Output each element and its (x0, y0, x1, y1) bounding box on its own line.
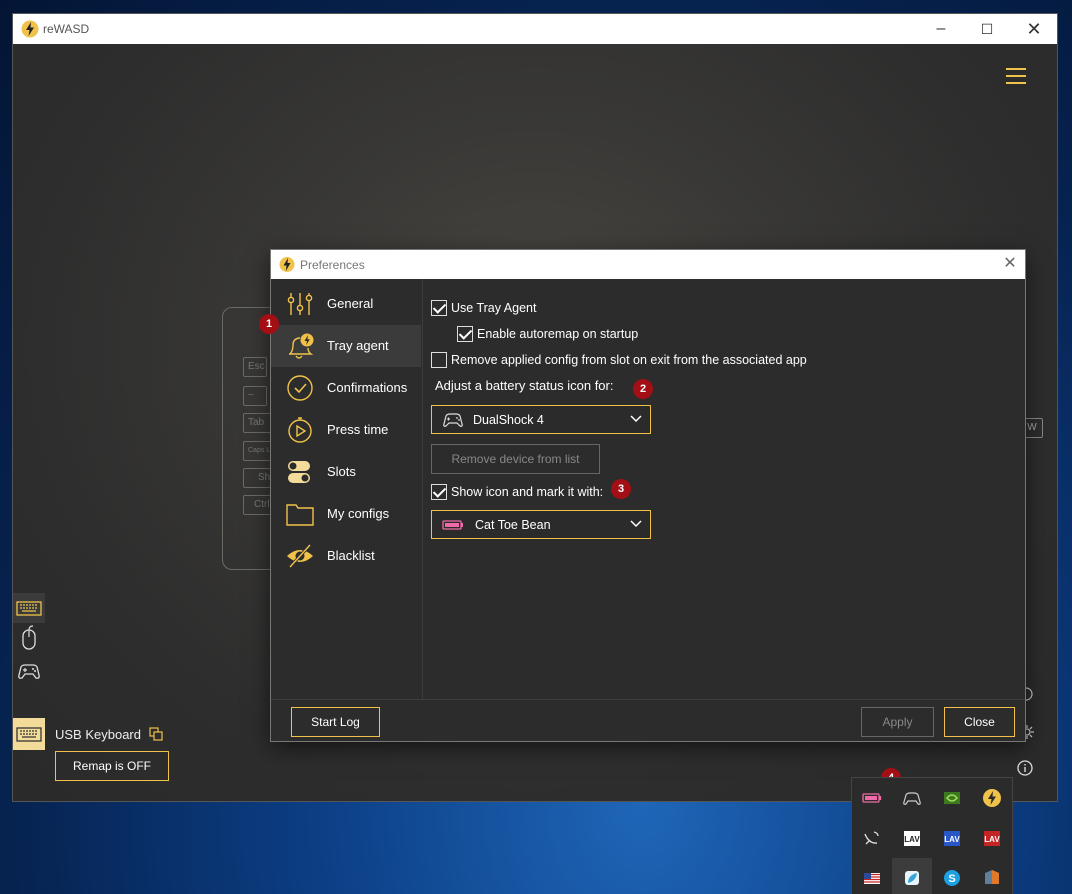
us-flag-icon[interactable] (860, 866, 884, 890)
close-icon[interactable]: ✕ (999, 253, 1021, 275)
battery-device-value: DualShock 4 (473, 413, 544, 427)
remove-applied-config-checkbox[interactable] (431, 352, 447, 368)
tray-overflow-popup: LAV LAV LAV S (852, 778, 1012, 894)
battery-heading: Adjust a battery status icon for: (435, 378, 614, 393)
nav-item-tray-agent[interactable]: Tray agent (271, 325, 421, 367)
battery-icon (442, 520, 463, 530)
rewasd-logo-icon (279, 257, 295, 272)
nav-label: Press time (327, 422, 389, 437)
kbd-key[interactable]: Tab (243, 413, 273, 433)
annotation-badge: 1 (259, 314, 279, 334)
sliders-icon (287, 293, 313, 315)
show-icon-label: Show icon and mark it with: (451, 485, 604, 499)
nav-item-my-configs[interactable]: My configs (271, 493, 421, 535)
nav-label: My configs (327, 506, 390, 521)
mouse-device-icon[interactable] (13, 624, 45, 654)
chevron-down-icon (630, 415, 642, 423)
remap-toggle-button[interactable]: Remap is OFF (55, 751, 169, 781)
kbd-key[interactable]: Esc (243, 357, 267, 377)
eye-slash-icon (287, 543, 313, 569)
tray-agent-settings: Use Tray Agent Enable autoremap on start… (424, 279, 1025, 699)
nav-label: Tray agent (327, 338, 389, 353)
nav-label: Confirmations (327, 380, 408, 395)
preferences-footer: Start Log Apply Close (271, 699, 1025, 741)
svg-text:LAV: LAV (984, 835, 1000, 844)
svg-text:LAV: LAV (944, 835, 960, 844)
menu-hamburger-icon[interactable] (1006, 68, 1026, 86)
lav-blue-icon[interactable]: LAV (940, 826, 964, 850)
skype-icon[interactable]: S (940, 866, 964, 890)
usb-keyboard-icon[interactable] (13, 718, 45, 750)
tray-icon-highlight[interactable] (892, 858, 932, 894)
app-leaf-icon (905, 871, 919, 885)
lav-red-icon[interactable]: LAV (980, 826, 1004, 850)
stopwatch-icon (288, 417, 312, 443)
bell-bolt-icon (289, 333, 314, 359)
minimize-button[interactable]: – (918, 14, 964, 44)
preferences-titlebar: Preferences ✕ (271, 250, 1025, 279)
annotation-badge: 3 (611, 479, 631, 499)
shield-app-icon[interactable] (980, 866, 1004, 890)
nav-item-slots[interactable]: Slots (271, 451, 421, 493)
enable-autoremap-checkbox[interactable] (457, 326, 473, 342)
remove-device-button[interactable]: Remove device from list (431, 444, 600, 474)
remove-applied-config-label: Remove applied config from slot on exit … (451, 353, 807, 367)
rewasd-logo-icon (21, 20, 39, 38)
use-tray-agent-checkbox[interactable] (431, 300, 447, 316)
lav-white-icon[interactable]: LAV (900, 826, 924, 850)
device-name: USB Keyboard (55, 727, 141, 742)
show-icon-checkbox[interactable] (431, 484, 447, 500)
satellite-dish-icon[interactable] (860, 826, 884, 850)
battery-device-dropdown[interactable]: DualShock 4 (431, 405, 651, 434)
mark-style-dropdown[interactable]: Cat Toe Bean (431, 510, 651, 539)
nav-item-press-time[interactable]: Press time (271, 409, 421, 451)
nvidia-tray-icon[interactable] (940, 786, 964, 810)
preferences-nav: General Tray agent Confirmations Press t… (271, 279, 423, 699)
annotation-badge: 2 (633, 379, 653, 399)
info-icon[interactable] (1017, 760, 1033, 776)
close-button[interactable]: Close (944, 707, 1015, 737)
folder-icon (286, 504, 314, 526)
nav-item-blacklist[interactable]: Blacklist (271, 535, 421, 577)
check-circle-icon (287, 375, 313, 401)
svg-text:LAV: LAV (904, 835, 920, 844)
svg-text:S: S (948, 873, 955, 885)
use-tray-agent-label: Use Tray Agent (451, 301, 537, 315)
mark-style-value: Cat Toe Bean (475, 518, 551, 532)
gamepad-device-icon[interactable] (13, 656, 45, 686)
rewasd-tray-icon[interactable] (980, 786, 1004, 810)
preferences-title: Preferences (300, 258, 365, 272)
nav-item-general[interactable]: General (271, 283, 421, 325)
nav-label: Slots (327, 464, 356, 479)
copy-icon[interactable] (149, 727, 163, 741)
start-log-button[interactable]: Start Log (291, 707, 380, 737)
window-close-button[interactable]: ✕ (1011, 14, 1057, 44)
app-titlebar: reWASD – ☐ ✕ (13, 14, 1057, 44)
keyboard-device-icon[interactable] (13, 593, 45, 623)
chevron-down-icon (630, 520, 642, 528)
enable-autoremap-label: Enable autoremap on startup (477, 327, 639, 341)
kbd-key[interactable]: Ctrl (243, 495, 273, 515)
maximize-button[interactable]: ☐ (964, 14, 1010, 44)
nav-label: Blacklist (327, 548, 375, 563)
nav-label: General (327, 296, 374, 311)
toggles-icon (288, 461, 310, 483)
apply-button[interactable]: Apply (861, 707, 934, 737)
gamepad-icon (443, 413, 463, 427)
preferences-dialog: Preferences ✕ General Tray agent Confirm… (271, 250, 1025, 741)
kbd-key[interactable]: ~ (243, 386, 267, 406)
gamepad-tray-icon[interactable] (900, 786, 924, 810)
app-title: reWASD (43, 22, 90, 36)
nav-item-confirmations[interactable]: Confirmations (271, 367, 421, 409)
battery-tray-icon[interactable] (860, 786, 884, 810)
